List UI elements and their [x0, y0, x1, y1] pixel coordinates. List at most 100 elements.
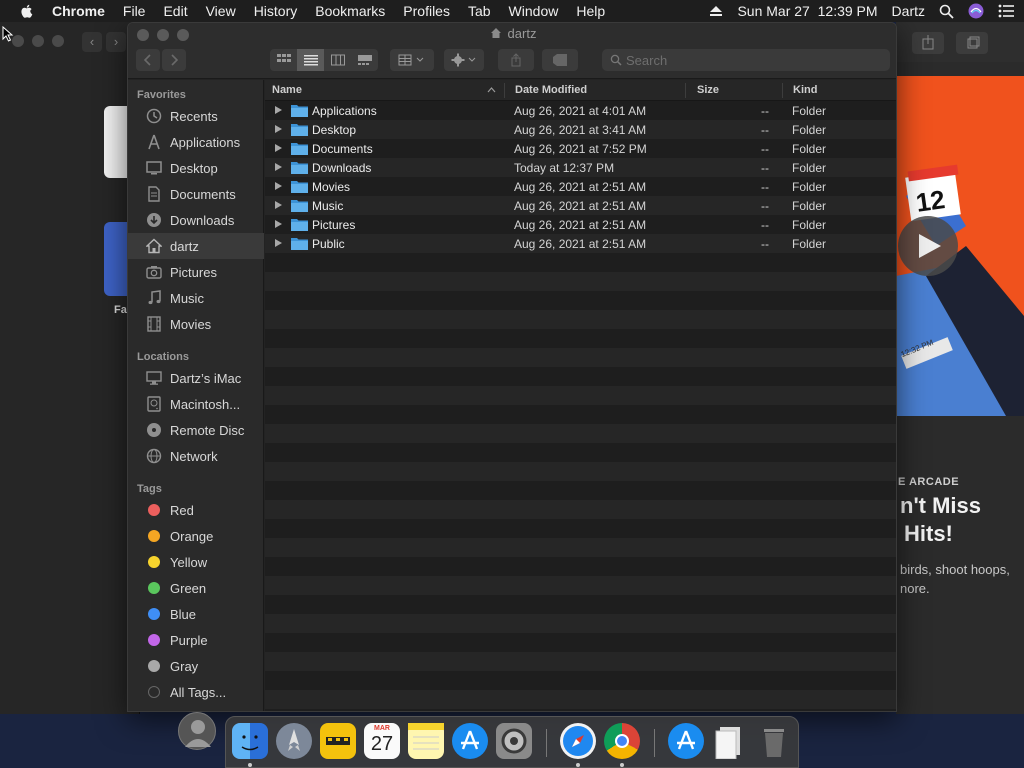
- column-header-name[interactable]: Name: [272, 84, 302, 96]
- sidebar-tag-orange[interactable]: Orange: [128, 523, 264, 549]
- finder-icon[interactable]: [232, 723, 268, 759]
- share-button[interactable]: [498, 49, 534, 71]
- menu-profiles[interactable]: Profiles: [403, 3, 450, 19]
- sidebar-tag-blue[interactable]: Blue: [128, 601, 264, 627]
- menu-bookmarks[interactable]: Bookmarks: [315, 3, 385, 19]
- disclosure-triangle-icon[interactable]: [275, 239, 282, 247]
- column-view-button[interactable]: [324, 49, 351, 71]
- copy-button[interactable]: [956, 32, 988, 54]
- calendar-icon[interactable]: MAR 27: [364, 723, 400, 759]
- column-divider[interactable]: [685, 83, 686, 98]
- table-row[interactable]: Desktop Aug 26, 2021 at 3:41 AM -- Folder: [265, 120, 896, 139]
- search-input[interactable]: [602, 49, 890, 71]
- safari-icon[interactable]: [560, 723, 596, 759]
- table-row[interactable]: Applications Aug 26, 2021 at 4:01 AM -- Fol…: [265, 101, 896, 120]
- column-header-size[interactable]: Size: [697, 84, 719, 96]
- sidebar-item-documents[interactable]: Documents: [128, 181, 264, 207]
- disclosure-triangle-icon[interactable]: [275, 144, 282, 152]
- sort-ascending-icon[interactable]: [487, 87, 496, 93]
- sidebar-item-label: Macintosh...: [170, 396, 241, 412]
- sidebar-item-music[interactable]: Music: [128, 285, 264, 311]
- sidebar-item-imac[interactable]: Dartz’s iMac: [128, 365, 264, 391]
- spotlight-search-icon[interactable]: [939, 4, 954, 19]
- disclosure-triangle-icon[interactable]: [275, 220, 282, 228]
- taxi-icon[interactable]: [320, 723, 356, 759]
- sidebar-item-desktop[interactable]: Desktop: [128, 155, 264, 181]
- column-header-kind[interactable]: Kind: [793, 84, 817, 96]
- menu-file[interactable]: File: [123, 3, 146, 19]
- menu-edit[interactable]: Edit: [163, 3, 187, 19]
- sidebar-item-macintosh-hd[interactable]: Macintosh...: [128, 391, 264, 417]
- menu-help[interactable]: Help: [576, 3, 605, 19]
- edit-tags-button[interactable]: [542, 49, 578, 71]
- action-menu-button[interactable]: [444, 49, 484, 71]
- list-stripe: [265, 348, 896, 367]
- file-list[interactable]: Name Date Modified Size Kind Application…: [265, 80, 896, 711]
- share-button[interactable]: [912, 32, 944, 54]
- disclosure-triangle-icon[interactable]: [275, 201, 282, 209]
- forward-button[interactable]: ›: [106, 32, 126, 52]
- sidebar-item-downloads[interactable]: Downloads: [128, 207, 264, 233]
- app-store-download-icon[interactable]: [668, 723, 704, 759]
- sidebar-item-remote-disc[interactable]: Remote Disc: [128, 417, 264, 443]
- launchpad-icon[interactable]: [276, 723, 312, 759]
- sidebar-item-movies[interactable]: Movies: [128, 311, 264, 337]
- sidebar-tag-green[interactable]: Green: [128, 575, 264, 601]
- group-button[interactable]: [390, 49, 434, 71]
- apple-menu-icon[interactable]: [18, 2, 36, 20]
- sidebar-tag-red[interactable]: Red: [128, 497, 264, 523]
- table-row[interactable]: Downloads Today at 12:37 PM -- Folder: [265, 158, 896, 177]
- back-button[interactable]: [136, 49, 160, 71]
- menu-app-name[interactable]: Chrome: [52, 3, 105, 19]
- app-store-icon[interactable]: [452, 723, 488, 759]
- arcade-hero-banner[interactable]: 12 12:32 PM: [896, 76, 1024, 416]
- siri-icon[interactable]: [968, 3, 984, 19]
- disclosure-triangle-icon[interactable]: [275, 125, 282, 133]
- notes-icon[interactable]: [408, 723, 444, 759]
- column-divider[interactable]: [504, 83, 505, 98]
- disclosure-triangle-icon[interactable]: [275, 163, 282, 171]
- list-view-button[interactable]: [297, 49, 324, 71]
- system-preferences-icon[interactable]: [496, 723, 532, 759]
- table-row[interactable]: Pictures Aug 26, 2021 at 2:51 AM -- Folder: [265, 215, 896, 234]
- table-row[interactable]: Music Aug 26, 2021 at 2:51 AM -- Folder: [265, 196, 896, 215]
- window-minimize-button[interactable]: [32, 35, 44, 47]
- sidebar-tag-purple[interactable]: Purple: [128, 627, 264, 653]
- sidebar-item-dartz[interactable]: dartz: [128, 233, 264, 259]
- documents-stack-icon[interactable]: [712, 723, 748, 760]
- menu-history[interactable]: History: [254, 3, 298, 19]
- column-divider[interactable]: [782, 83, 783, 98]
- sidebar-item-applications[interactable]: Applications: [128, 129, 264, 155]
- window-zoom-button[interactable]: [52, 35, 64, 47]
- background-app-store-window[interactable]: 12 12:32 PM E ARCADE n't Miss Hits! bird…: [896, 22, 1024, 714]
- sidebar-item-recents[interactable]: Recents: [128, 103, 264, 129]
- menu-user[interactable]: Dartz: [892, 3, 925, 19]
- eject-icon[interactable]: [709, 5, 723, 17]
- gallery-view-button[interactable]: [351, 49, 378, 71]
- menu-datetime[interactable]: Sun Mar 27 12:39 PM: [737, 3, 877, 19]
- sidebar-all-tags[interactable]: All Tags...: [128, 679, 264, 705]
- tag-color-dot: [148, 660, 160, 672]
- disclosure-triangle-icon[interactable]: [275, 106, 282, 114]
- menu-tab[interactable]: Tab: [468, 3, 491, 19]
- sidebar-item-network[interactable]: Network: [128, 443, 264, 469]
- column-header-date[interactable]: Date Modified: [515, 84, 587, 96]
- trash-icon[interactable]: [756, 723, 792, 759]
- back-button[interactable]: ‹: [82, 32, 102, 52]
- sidebar-tag-yellow[interactable]: Yellow: [128, 549, 264, 575]
- table-row[interactable]: Documents Aug 26, 2021 at 7:52 PM -- Folder: [265, 139, 896, 158]
- user-avatar[interactable]: [178, 712, 216, 750]
- control-center-icon[interactable]: [998, 4, 1014, 18]
- background-browser-window[interactable]: ‹ › Fa: [0, 22, 140, 714]
- table-row[interactable]: Public Aug 26, 2021 at 2:51 AM -- Folder: [265, 234, 896, 253]
- sidebar-item-pictures[interactable]: Pictures: [128, 259, 264, 285]
- sidebar-tag-gray[interactable]: Gray: [128, 653, 264, 679]
- finder-window[interactable]: dartz Search Favorites Recents Applicati…: [127, 22, 897, 712]
- menu-window[interactable]: Window: [509, 3, 559, 19]
- disclosure-triangle-icon[interactable]: [275, 182, 282, 190]
- icon-view-button[interactable]: [270, 49, 297, 71]
- menu-view[interactable]: View: [206, 3, 236, 19]
- chrome-icon[interactable]: [604, 723, 640, 759]
- forward-button[interactable]: [162, 49, 186, 71]
- table-row[interactable]: Movies Aug 26, 2021 at 2:51 AM -- Folder: [265, 177, 896, 196]
